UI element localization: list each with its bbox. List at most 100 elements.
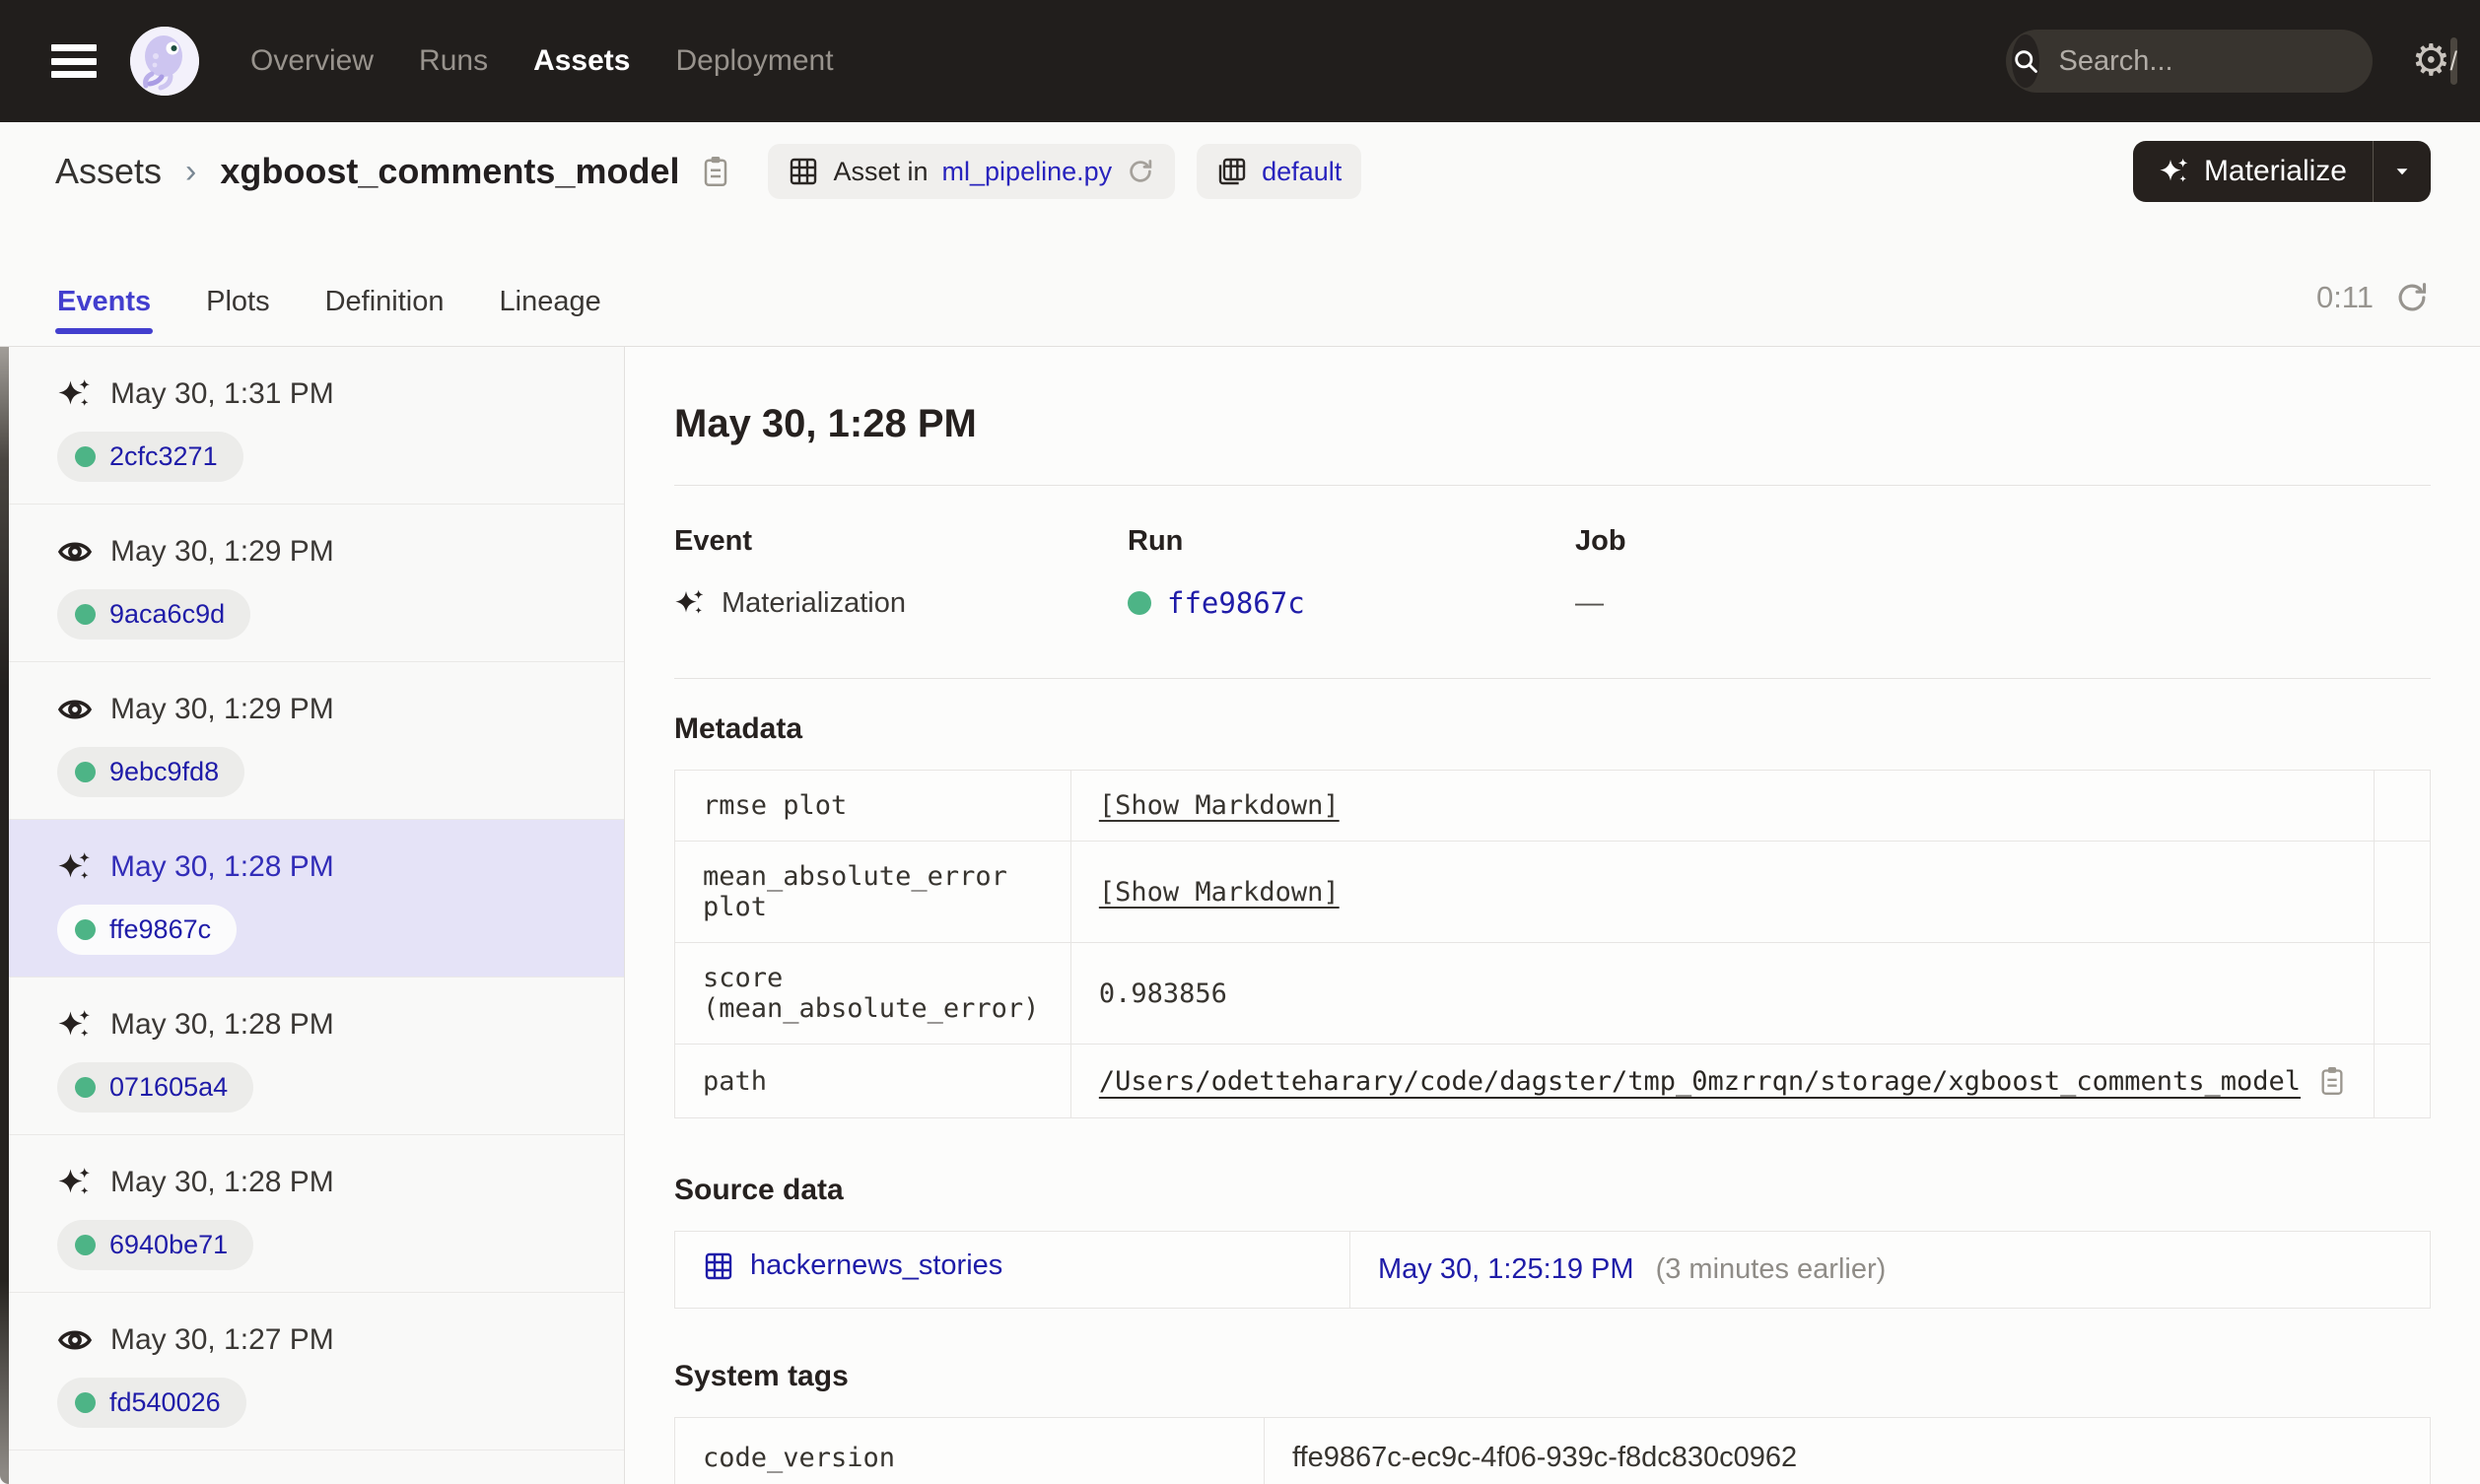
search-input[interactable] xyxy=(2056,43,2433,79)
refresh-icon[interactable] xyxy=(2393,279,2431,316)
event-list-item[interactable]: May 30, 1:27 PM fd540026 xyxy=(0,1293,624,1450)
observation-icon xyxy=(57,700,93,719)
run-id-chip[interactable]: 9ebc9fd8 xyxy=(57,747,245,797)
event-timestamp: May 30, 1:28 PM xyxy=(110,1008,334,1041)
nav-deployment[interactable]: Deployment xyxy=(675,44,833,78)
event-list-item[interactable]: May 30, 1:29 PM 9aca6c9d xyxy=(0,505,624,662)
run-status-dot xyxy=(75,919,96,940)
event-list-item[interactable]: May 30, 1:29 PM 9ebc9fd8 xyxy=(0,662,624,820)
nav-runs[interactable]: Runs xyxy=(419,44,488,78)
observation-icon xyxy=(57,1330,93,1350)
dagster-logo[interactable] xyxy=(130,27,199,96)
run-id-chip[interactable]: fd540026 xyxy=(57,1378,246,1428)
table-row: path /Users/odetteharary/code/dagster/tm… xyxy=(674,1044,2431,1118)
divider xyxy=(674,485,2431,486)
show-markdown-link[interactable]: [Show Markdown] xyxy=(1099,790,1340,821)
event-timestamp: May 30, 1:28 PM xyxy=(110,850,334,883)
table-row: score (mean_absolute_error) 0.983856 xyxy=(674,942,2431,1045)
breadcrumb-chevron: › xyxy=(185,152,197,190)
tab-definition[interactable]: Definition xyxy=(323,286,447,346)
code-location-link[interactable]: ml_pipeline.py xyxy=(942,157,1113,187)
event-list-item-selected[interactable]: May 30, 1:28 PM ffe9867c xyxy=(0,820,624,978)
asset-table-icon xyxy=(791,158,817,185)
run-id-chip[interactable]: 6940be71 xyxy=(57,1220,254,1270)
materialization-icon xyxy=(58,1010,90,1037)
run-id-link[interactable]: ffe9867c xyxy=(109,914,211,945)
events-content: May 30, 1:31 PM 2cfc3271 May 30, 1:29 PM… xyxy=(0,347,2480,1484)
nav-overview[interactable]: Overview xyxy=(250,44,374,78)
metadata-key: score (mean_absolute_error) xyxy=(674,942,1071,1045)
run-id-chip[interactable]: ffe9867c xyxy=(57,905,238,955)
metadata-value: 0.983856 xyxy=(1069,942,2376,1045)
materialization-icon xyxy=(58,379,90,406)
event-timestamp: May 30, 1:27 PM xyxy=(110,1323,334,1356)
event-timestamp: May 30, 1:31 PM xyxy=(110,377,334,410)
tab-lineage[interactable]: Lineage xyxy=(498,286,603,346)
event-list-item[interactable]: May 30, 1:31 PM 2cfc3271 xyxy=(0,347,624,505)
asset-group-tag[interactable]: default xyxy=(1197,144,1362,199)
copy-asset-name-icon[interactable] xyxy=(701,154,730,189)
run-id-link[interactable]: fd540026 xyxy=(109,1387,221,1418)
run-status-dot xyxy=(75,1392,96,1413)
run-status-dot xyxy=(1128,591,1151,615)
observation-icon xyxy=(57,542,93,562)
refresh-countdown: 0:11 xyxy=(2315,280,2374,314)
job-column-label: Job xyxy=(1575,525,1626,557)
asset-table-icon xyxy=(705,1252,732,1279)
metadata-key: mean_absolute_error plot xyxy=(674,841,1071,943)
run-id-link[interactable]: ffe9867c xyxy=(1167,586,1305,620)
event-detail-pane: May 30, 1:28 PM Event Materialization Ru… xyxy=(625,347,2480,1484)
run-id-link[interactable]: 6940be71 xyxy=(109,1230,228,1260)
copy-path-icon[interactable] xyxy=(2318,1064,2346,1098)
source-asset-link[interactable]: hackernews_stories xyxy=(703,1249,1002,1282)
table-row: mean_absolute_error plot [Show Markdown] xyxy=(674,841,2431,943)
code-location-tag[interactable]: Asset in ml_pipeline.py xyxy=(768,144,1176,199)
system-tag-key: code_version xyxy=(674,1416,1265,1484)
run-id-chip[interactable]: 9aca6c9d xyxy=(57,589,251,640)
run-id-link[interactable]: 9ebc9fd8 xyxy=(109,757,219,787)
run-id-link[interactable]: 071605a4 xyxy=(109,1072,228,1103)
search-shortcut-badge: / xyxy=(2449,37,2458,85)
page-title: xgboost_comments_model xyxy=(220,151,680,191)
source-asset-name[interactable]: hackernews_stories xyxy=(750,1249,1002,1282)
system-tag-value: ffe9867c-ec9c-4f06-939c-f8dc830c0962 xyxy=(1264,1416,2431,1484)
table-row: hackernews_stories May 30, 1:25:19 PM (3… xyxy=(674,1231,2431,1309)
materialize-dropdown-button[interactable] xyxy=(2374,141,2431,202)
settings-gear-icon[interactable]: ⚙ xyxy=(2412,39,2450,83)
run-id-link[interactable]: 9aca6c9d xyxy=(109,599,225,630)
dagster-octopus-icon xyxy=(130,27,199,96)
event-timestamp: May 30, 1:28 PM xyxy=(110,1166,334,1198)
event-list-item[interactable]: May 30, 1:28 PM 6940be71 xyxy=(0,1135,624,1293)
tab-plots[interactable]: Plots xyxy=(204,286,271,346)
source-time-link[interactable]: May 30, 1:25:19 PM xyxy=(1378,1253,1634,1285)
asset-header-bar: Assets › xgboost_comments_model Asset in… xyxy=(0,122,2480,221)
nav-assets[interactable]: Assets xyxy=(533,44,630,78)
run-status-dot xyxy=(75,446,96,467)
materialization-icon xyxy=(58,852,90,879)
reload-location-icon[interactable] xyxy=(1126,157,1155,186)
materialize-button[interactable]: Materialize xyxy=(2133,141,2373,202)
run-id-chip[interactable]: 071605a4 xyxy=(57,1062,254,1113)
window-edge-scrollbar[interactable] xyxy=(0,347,9,1484)
materialization-icon xyxy=(675,589,704,614)
run-status-dot xyxy=(75,762,96,782)
search-box[interactable]: / xyxy=(2005,30,2458,93)
source-time-relative: (3 minutes earlier) xyxy=(1655,1252,1887,1285)
metadata-key: rmse plot xyxy=(674,770,1071,842)
run-status-dot xyxy=(75,1235,96,1255)
event-list-item[interactable]: May 30, 1:28 PM 071605a4 xyxy=(0,978,624,1135)
asset-tab-bar: Events Plots Definition Lineage 0:11 xyxy=(0,221,2480,347)
materialize-label: Materialize xyxy=(2203,155,2347,187)
run-status-dot xyxy=(75,1077,96,1098)
path-link[interactable]: /Users/odetteharary/code/dagster/tmp_0mz… xyxy=(1099,1066,2301,1097)
menu-icon[interactable] xyxy=(51,44,97,78)
group-tag-label[interactable]: default xyxy=(1262,157,1342,187)
metadata-heading: Metadata xyxy=(674,712,803,745)
materialize-sparkle-icon xyxy=(2160,158,2188,182)
top-navigation-bar: Overview Runs Assets Deployment / ⚙ xyxy=(0,0,2480,122)
show-markdown-link[interactable]: [Show Markdown] xyxy=(1099,877,1340,908)
run-id-chip[interactable]: 2cfc3271 xyxy=(57,432,243,482)
run-id-link[interactable]: 2cfc3271 xyxy=(109,441,218,472)
tab-events[interactable]: Events xyxy=(55,286,154,346)
breadcrumb-assets-link[interactable]: Assets xyxy=(55,151,162,192)
